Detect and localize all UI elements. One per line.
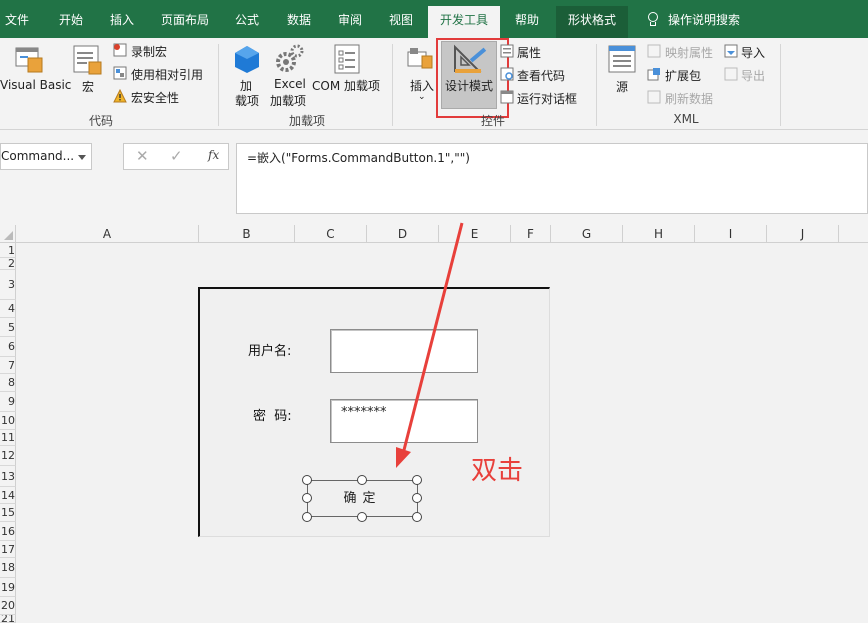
annotation-arrow xyxy=(396,222,464,468)
double-click-annotation: 双击 xyxy=(471,456,524,486)
